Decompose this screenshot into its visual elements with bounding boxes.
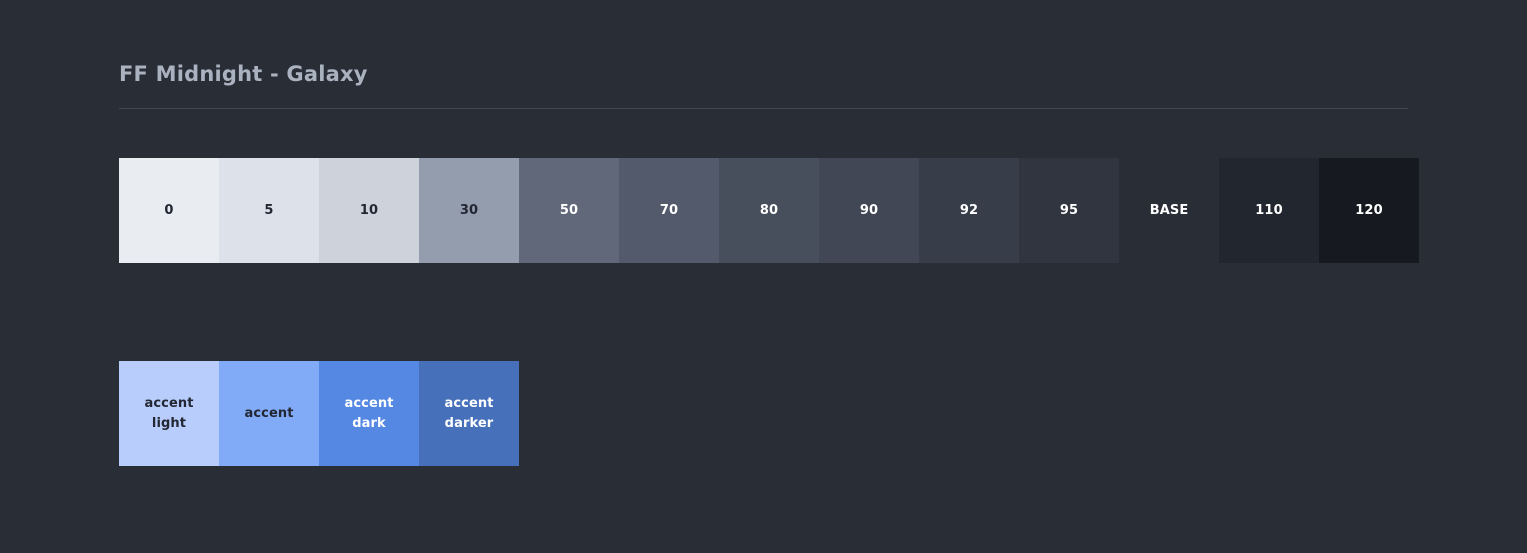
title-divider <box>119 108 1408 110</box>
color-swatch[interactable]: BASE <box>1119 158 1219 264</box>
color-palette-page: FF Midnight - Galaxy 0 5 10 30 50 70 80 90 92 95 B… <box>0 0 1527 553</box>
color-swatch[interactable]: 90 <box>819 158 919 264</box>
swatch-label: accent <box>244 405 294 421</box>
color-swatch[interactable]: 110 <box>1219 158 1319 264</box>
color-swatch[interactable]: 120 <box>1319 158 1419 264</box>
color-swatch[interactable]: 50 <box>519 158 619 264</box>
color-swatch[interactable]: accent light <box>119 361 219 467</box>
color-swatch[interactable]: accent darker <box>419 361 519 467</box>
neutral-swatch-row: 0 5 10 30 50 70 80 90 92 95 BASE 110 120 <box>119 158 1419 264</box>
page-title: FF Midnight - Galaxy <box>119 62 368 86</box>
color-swatch[interactable]: 10 <box>319 158 419 264</box>
swatch-label: 50 <box>559 202 579 218</box>
swatch-label: 92 <box>959 202 979 218</box>
palette-header: FF Midnight - Galaxy <box>119 0 1408 110</box>
swatch-label: accent darker <box>444 395 494 431</box>
swatch-label: 110 <box>1255 202 1283 218</box>
color-swatch[interactable]: accent <box>219 361 319 467</box>
color-swatch[interactable]: 0 <box>119 158 219 264</box>
swatch-label: accent light <box>144 395 194 431</box>
swatch-label: 5 <box>264 202 274 218</box>
color-swatch[interactable]: 95 <box>1019 158 1119 264</box>
color-swatch[interactable]: 5 <box>219 158 319 264</box>
color-swatch[interactable]: 80 <box>719 158 819 264</box>
swatch-label: 80 <box>759 202 779 218</box>
swatch-label: 120 <box>1355 202 1383 218</box>
color-swatch[interactable]: 70 <box>619 158 719 264</box>
swatch-label: 10 <box>359 202 379 218</box>
swatch-label: accent dark <box>344 395 394 431</box>
color-swatch[interactable]: 30 <box>419 158 519 264</box>
swatch-label: 90 <box>859 202 879 218</box>
swatch-label: BASE <box>1149 202 1189 218</box>
accent-swatch-row: accent light accent accent dark accent dark… <box>119 361 1408 467</box>
swatch-label: 0 <box>164 202 174 218</box>
swatch-label: 95 <box>1059 202 1079 218</box>
swatch-label: 70 <box>659 202 679 218</box>
color-swatch[interactable]: 92 <box>919 158 1019 264</box>
swatch-label: 30 <box>459 202 479 218</box>
color-swatch[interactable]: accent dark <box>319 361 419 467</box>
